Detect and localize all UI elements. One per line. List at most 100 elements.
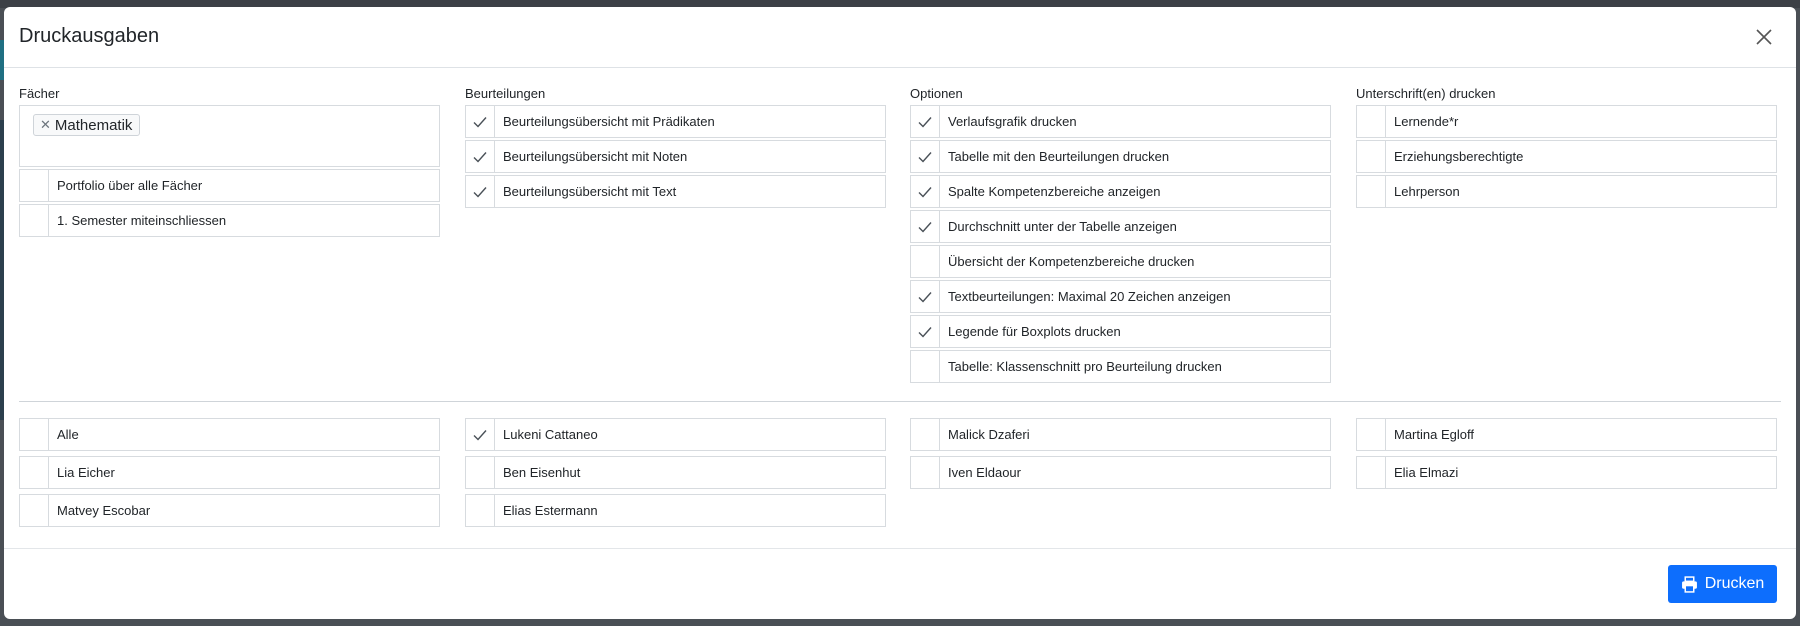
student-option-label: Lia Eicher xyxy=(57,465,115,480)
optionen-option-label: Verlaufsgrafik drucken xyxy=(948,114,1077,129)
checkbox[interactable] xyxy=(20,170,49,201)
optionen-option[interactable]: Spalte Kompetenzbereiche anzeigen xyxy=(910,175,1331,208)
checkbox[interactable] xyxy=(911,246,940,277)
selected-subject-tag: ✕ Mathematik xyxy=(33,114,141,136)
optionen-option-label: Textbeurteilungen: Maximal 20 Zeichen an… xyxy=(948,289,1231,304)
optionen-option[interactable]: Durchschnitt unter der Tabelle anzeigen xyxy=(910,210,1331,243)
check-icon xyxy=(918,186,932,198)
student-option[interactable]: Martina Egloff xyxy=(1356,418,1777,451)
student-option[interactable]: Alle xyxy=(19,418,440,451)
student-option[interactable]: Malick Dzaferi xyxy=(910,418,1331,451)
faecher-option-label: Portfolio über alle Fächer xyxy=(57,178,203,193)
student-option[interactable]: Elias Estermann xyxy=(465,494,886,527)
faecher-option[interactable]: Portfolio über alle Fächer xyxy=(19,169,440,202)
student-option-label: Matvey Escobar xyxy=(57,503,151,518)
printer-icon xyxy=(1681,575,1697,593)
signature-option-label: Erziehungsberechtigte xyxy=(1394,149,1524,164)
student-option-label: Ben Eisenhut xyxy=(503,465,581,480)
checkbox[interactable] xyxy=(911,419,940,450)
check-icon xyxy=(473,186,487,198)
checkbox[interactable] xyxy=(911,211,940,242)
optionen-option[interactable]: Verlaufsgrafik drucken xyxy=(910,105,1331,138)
check-icon xyxy=(918,221,932,233)
optionen-option-label: Durchschnitt unter der Tabelle anzeigen xyxy=(948,219,1177,234)
check-icon xyxy=(473,151,487,163)
optionen-option[interactable]: Tabelle: Klassenschnitt pro Beurteilung … xyxy=(910,350,1331,383)
checkbox[interactable] xyxy=(1357,457,1386,488)
optionen-option[interactable]: Übersicht der Kompetenzbereiche drucken xyxy=(910,245,1331,278)
optionen-option-label: Legende für Boxplots drucken xyxy=(948,324,1121,339)
faecher-multiselect[interactable]: ✕ Mathematik xyxy=(19,105,440,167)
close-button[interactable] xyxy=(1752,25,1776,49)
footer-divider xyxy=(4,548,1796,549)
student-option[interactable]: Lukeni Cattaneo xyxy=(465,418,886,451)
optionen-option-label: Tabelle mit den Beurteilungen drucken xyxy=(948,149,1170,164)
student-option[interactable]: Iven Eldaour xyxy=(910,456,1331,489)
signature-option-label: Lehrperson xyxy=(1394,184,1460,199)
checkbox[interactable] xyxy=(911,176,940,207)
print-button[interactable]: Drucken xyxy=(1668,565,1777,603)
faecher-label: Fächer xyxy=(19,86,60,101)
checkbox[interactable] xyxy=(911,106,940,137)
student-option-label: Lukeni Cattaneo xyxy=(503,427,598,442)
section-divider xyxy=(19,401,1781,402)
checkbox[interactable] xyxy=(911,141,940,172)
faecher-option-label: 1. Semester miteinschliessen xyxy=(57,213,227,228)
student-option[interactable]: Elia Elmazi xyxy=(1356,456,1777,489)
checkbox[interactable] xyxy=(911,316,940,347)
checkbox[interactable] xyxy=(466,419,495,450)
beurteilungen-option-label: Beurteilungsübersicht mit Text xyxy=(503,184,677,199)
beurteilungen-option[interactable]: Beurteilungsübersicht mit Prädikaten xyxy=(465,105,886,138)
checkbox[interactable] xyxy=(20,457,49,488)
student-option[interactable]: Matvey Escobar xyxy=(19,494,440,527)
checkbox[interactable] xyxy=(466,176,495,207)
signature-option[interactable]: Lernende*r xyxy=(1356,105,1777,138)
print-dialog: Druckausgaben Fächer Beurteilungen Optio… xyxy=(4,7,1796,619)
check-icon xyxy=(473,116,487,128)
checkbox[interactable] xyxy=(466,106,495,137)
check-icon xyxy=(918,151,932,163)
student-option-label: Malick Dzaferi xyxy=(948,427,1030,442)
optionen-label: Optionen xyxy=(910,86,963,101)
student-option-label: Alle xyxy=(57,427,79,442)
checkbox[interactable] xyxy=(911,351,940,382)
optionen-option[interactable]: Legende für Boxplots drucken xyxy=(910,315,1331,348)
student-option-label: Martina Egloff xyxy=(1394,427,1474,442)
checkbox[interactable] xyxy=(20,419,49,450)
student-option-label: Elias Estermann xyxy=(503,503,598,518)
checkbox[interactable] xyxy=(1357,419,1386,450)
print-button-label: Drucken xyxy=(1704,575,1765,592)
optionen-option-label: Spalte Kompetenzbereiche anzeigen xyxy=(948,184,1161,199)
signature-option-label: Lernende*r xyxy=(1394,114,1459,129)
checkbox[interactable] xyxy=(466,457,495,488)
beurteilungen-option[interactable]: Beurteilungsübersicht mit Text xyxy=(465,175,886,208)
unterschriften-label: Unterschrift(en) drucken xyxy=(1356,86,1496,101)
student-option[interactable]: Ben Eisenhut xyxy=(465,456,886,489)
signature-option[interactable]: Lehrperson xyxy=(1356,175,1777,208)
check-icon xyxy=(918,326,932,338)
checkbox[interactable] xyxy=(20,495,49,526)
selected-subject-label: Mathematik xyxy=(54,116,133,134)
student-option[interactable]: Lia Eicher xyxy=(19,456,440,489)
checkbox[interactable] xyxy=(466,141,495,172)
modal-title: Druckausgaben xyxy=(19,25,160,47)
checkbox[interactable] xyxy=(1357,106,1386,137)
optionen-option[interactable]: Tabelle mit den Beurteilungen drucken xyxy=(910,140,1331,173)
beurteilungen-option[interactable]: Beurteilungsübersicht mit Noten xyxy=(465,140,886,173)
remove-tag-icon[interactable]: ✕ xyxy=(40,117,51,133)
check-icon xyxy=(473,429,487,441)
checkbox[interactable] xyxy=(20,205,49,236)
checkbox[interactable] xyxy=(911,281,940,312)
faecher-option[interactable]: 1. Semester miteinschliessen xyxy=(19,204,440,237)
beurteilungen-option-label: Beurteilungsübersicht mit Noten xyxy=(503,149,688,164)
modal-header: Druckausgaben xyxy=(4,7,1796,68)
checkbox[interactable] xyxy=(466,495,495,526)
signature-option[interactable]: Erziehungsberechtigte xyxy=(1356,140,1777,173)
student-option-label: Iven Eldaour xyxy=(948,465,1021,480)
optionen-option[interactable]: Textbeurteilungen: Maximal 20 Zeichen an… xyxy=(910,280,1331,313)
checkbox[interactable] xyxy=(1357,176,1386,207)
checkbox[interactable] xyxy=(911,457,940,488)
student-option-label: Elia Elmazi xyxy=(1394,465,1459,480)
checkbox[interactable] xyxy=(1357,141,1386,172)
beurteilungen-option-label: Beurteilungsübersicht mit Prädikaten xyxy=(503,114,715,129)
